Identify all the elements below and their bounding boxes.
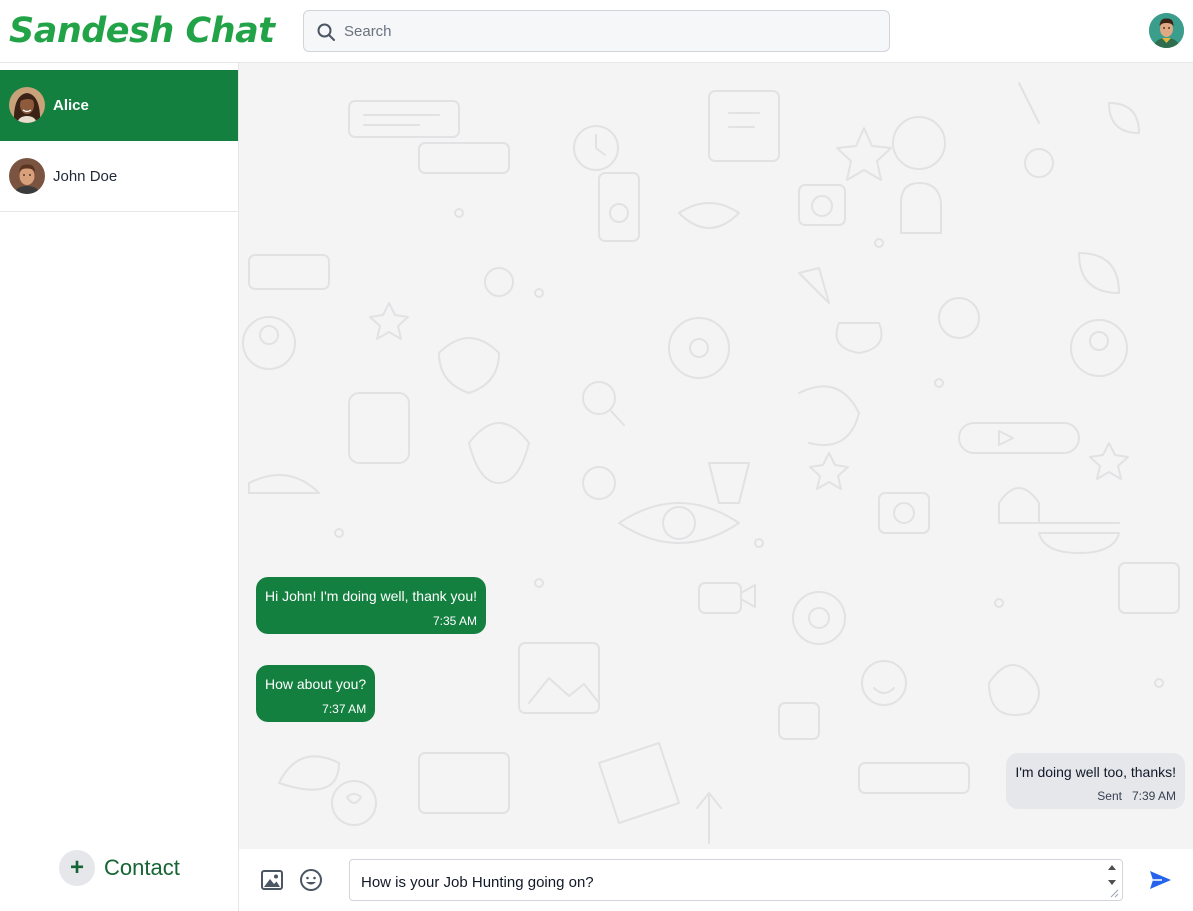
message-composer: How is your Job Hunting going on? <box>239 849 1193 911</box>
chat-app: Sandesh Chat Search Alice John Doe + Con… <box>0 0 1193 911</box>
app-logo[interactable]: Sandesh Chat <box>9 7 275 55</box>
add-contact-label: Contact <box>104 855 180 880</box>
message-bubble-incoming: Hi John! I'm doing well, thank you! 7:35… <box>256 577 487 634</box>
emoji-icon[interactable] <box>299 868 323 892</box>
message-bubble-outgoing: I'm doing well too, thanks! Sent 7:39 AM <box>1006 753 1185 809</box>
user-avatar[interactable] <box>1149 13 1184 48</box>
contacts-sidebar: Alice John Doe + Contact <box>0 63 239 911</box>
top-bar: Sandesh Chat <box>0 0 1193 63</box>
contact-item-alice[interactable]: Alice <box>0 70 238 141</box>
search-input[interactable] <box>344 11 874 51</box>
contact-avatar <box>9 158 45 194</box>
search-icon <box>317 23 335 41</box>
contact-avatar <box>9 87 45 123</box>
chat-messages-area[interactable]: Hi John! I'm doing well, thank you! 7:35… <box>239 63 1193 849</box>
resize-grip-icon[interactable] <box>1109 888 1119 898</box>
scroll-down-arrow-icon[interactable] <box>1108 880 1116 885</box>
message-time: 7:37 AM <box>322 702 367 716</box>
message-text: I'm doing well too, thanks! <box>1015 764 1176 780</box>
message-status: Sent <box>1097 789 1122 803</box>
message-time: 7:35 AM <box>432 614 478 628</box>
message-text: Hi John! I'm doing well, thank you! <box>265 588 478 604</box>
chat-background-doodles <box>242 82 1180 844</box>
plus-icon: + <box>59 850 95 886</box>
message-time: 7:39 AM <box>1131 789 1176 803</box>
send-icon[interactable] <box>1148 868 1172 892</box>
scroll-up-arrow-icon[interactable] <box>1108 865 1116 870</box>
message-text: How about you? <box>265 676 367 692</box>
contact-name: Alice <box>53 97 89 114</box>
contact-name: John Doe <box>53 168 118 185</box>
message-input-scrollbar[interactable] <box>1104 860 1121 900</box>
search-box[interactable] <box>303 10 890 52</box>
message-bubble-incoming: How about you? 7:37 AM <box>256 665 376 722</box>
message-meta: Sent 7:39 AM <box>1015 789 1176 803</box>
image-icon[interactable] <box>260 868 284 892</box>
contact-item-john-doe[interactable]: John Doe <box>0 141 238 212</box>
message-input[interactable]: How is your Job Hunting going on? <box>349 859 1123 901</box>
